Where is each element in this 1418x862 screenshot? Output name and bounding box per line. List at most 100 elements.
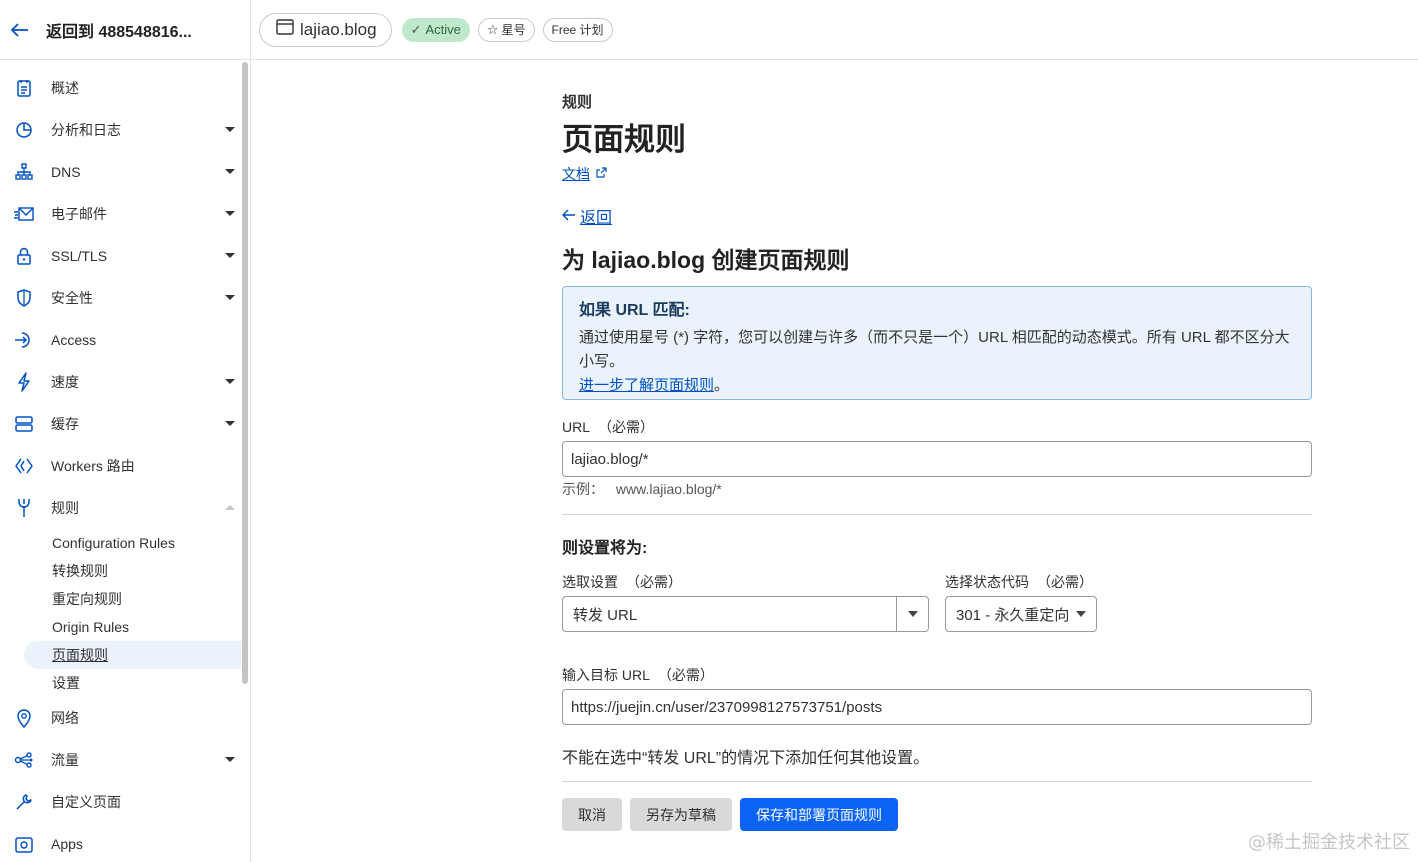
status-text: Active — [425, 22, 461, 37]
dest-url-label: 输入目标 URL （必需） — [562, 665, 714, 685]
rules-icon — [14, 498, 34, 518]
apps-icon — [14, 834, 34, 854]
sidebar-item-label: Workers 路由 — [51, 458, 135, 474]
star-button[interactable]: ☆ 星号 — [477, 17, 535, 42]
watermark: @稀土掘金技术社区 — [1248, 832, 1410, 853]
sidebar-item-overview[interactable]: 概述 — [0, 67, 241, 109]
info-link-suffix: 。 — [714, 377, 730, 394]
sidebar-subitem-origin-rules[interactable]: Origin Rules — [0, 613, 241, 641]
back-arrow-icon[interactable] — [10, 20, 30, 40]
sidebar-scrollbar[interactable] — [242, 62, 248, 684]
sidebar-item-ssl-tls[interactable]: SSL/TLS — [0, 235, 241, 277]
network-icon — [14, 162, 34, 182]
sidebar-item-label: 安全性 — [51, 290, 93, 306]
example-value: www.lajiao.blog/* — [615, 481, 722, 497]
top-bar: lajiao.blog ✓ Active ☆ 星号 Free 计划 — [251, 0, 1418, 60]
pick-setting-label-text: 选取设置 — [562, 574, 618, 590]
sidebar-subitem-settings[interactable]: 设置 — [0, 669, 241, 697]
pick-setting-label: 选取设置 （必需） — [562, 572, 682, 592]
domain-name: lajiao.blog — [300, 19, 377, 39]
sidebar-item-label: DNS — [51, 164, 81, 180]
shield-icon — [14, 288, 34, 308]
setting-select-value: 转发 URL — [573, 606, 638, 624]
wrench-icon — [14, 792, 34, 812]
sidebar-item-workers-routes[interactable]: Workers 路由 — [0, 445, 241, 487]
sidebar-item-custom-pages[interactable]: 自定义页面 — [0, 781, 241, 823]
chevron-up-icon — [225, 505, 235, 510]
star-label: 星号 — [501, 23, 526, 37]
arrow-left-icon — [562, 208, 576, 225]
document-icon — [14, 78, 34, 98]
external-link-icon — [596, 167, 607, 181]
section-eyebrow: 规则 — [562, 94, 593, 111]
example-label: 示例： — [562, 481, 604, 497]
cache-icon — [14, 414, 34, 434]
location-icon — [14, 708, 34, 728]
sidebar-item-label: 自定义页面 — [51, 794, 121, 810]
sidebar-nav: 概述 分析和日志 DNS 电子邮件 SSL/TLS 安全性 Access 速度 … — [0, 67, 241, 862]
chart-icon — [14, 120, 34, 140]
url-input[interactable] — [562, 441, 1312, 477]
sidebar-item-analytics[interactable]: 分析和日志 — [0, 109, 241, 151]
dest-url-input[interactable] — [562, 689, 1312, 725]
back-to-account-link[interactable]: 返回到 488548816... — [46, 18, 192, 42]
sidebar-item-email[interactable]: 电子邮件 — [0, 193, 241, 235]
plan-label: Free 计划 — [551, 23, 604, 37]
sidebar-item-label: 规则 — [51, 500, 79, 516]
status-code-label-text: 选择状态代码 — [945, 574, 1029, 590]
cancel-button[interactable]: 取消 — [562, 798, 622, 831]
sidebar-item-network[interactable]: 网络 — [0, 697, 241, 739]
status-code-select[interactable]: 301 - 永久重定向 — [945, 596, 1097, 632]
save-deploy-button[interactable]: 保存和部署页面规则 — [740, 798, 898, 831]
sidebar-item-label: 电子邮件 — [51, 206, 107, 222]
docs-link[interactable]: 文档 — [562, 164, 607, 184]
sidebar-item-label: 流量 — [51, 752, 79, 768]
sidebar-subitem-transform-rules[interactable]: 转换规则 — [0, 557, 241, 585]
back-link[interactable]: 返回 — [562, 204, 612, 228]
divider — [562, 514, 1312, 515]
sidebar-item-label: SSL/TLS — [51, 248, 108, 264]
info-heading: 如果 URL 匹配: — [579, 302, 690, 319]
plan-badge[interactable]: Free 计划 — [542, 17, 613, 42]
sidebar-item-access[interactable]: Access — [0, 319, 241, 361]
star-icon: ☆ — [486, 21, 499, 37]
sidebar-item-label: Apps — [51, 836, 83, 852]
chevron-down-icon — [225, 169, 235, 174]
sidebar-item-rules[interactable]: 规则 — [0, 487, 241, 529]
chevron-down-icon — [225, 211, 235, 216]
url-label-text: URL — [562, 419, 591, 435]
setting-select[interactable]: 转发 URL — [562, 596, 929, 632]
sidebar-item-label: 缓存 — [51, 416, 79, 432]
caret-down-icon — [907, 611, 918, 617]
sidebar-item-label: 网络 — [51, 710, 79, 726]
page-title: 页面规则 — [562, 122, 686, 157]
sidebar-item-apps[interactable]: Apps — [0, 823, 241, 862]
select-toggle[interactable] — [896, 597, 928, 631]
back-link-text: 返回 — [580, 210, 613, 227]
workers-icon — [14, 456, 34, 476]
save-draft-button[interactable]: 另存为草稿 — [630, 798, 732, 831]
sidebar-subitem-configuration-rules[interactable]: Configuration Rules — [0, 529, 241, 557]
chevron-down-icon — [225, 379, 235, 384]
domain-selector[interactable]: lajiao.blog — [259, 12, 392, 47]
sidebar-item-dns[interactable]: DNS — [0, 151, 241, 193]
sidebar-header: 返回到 488548816... — [0, 0, 250, 60]
required-marker: （必需） — [1037, 574, 1093, 590]
sidebar-item-security[interactable]: 安全性 — [0, 277, 241, 319]
sidebar-subitem-redirect-rules[interactable]: 重定向规则 — [0, 585, 241, 613]
chevron-down-icon — [225, 295, 235, 300]
status-badge: ✓ Active — [401, 17, 470, 42]
sidebar-subitem-page-rules[interactable]: 页面规则 — [24, 641, 241, 669]
sidebar-item-traffic[interactable]: 流量 — [0, 739, 241, 781]
browser-window-icon — [276, 19, 294, 40]
chevron-down-icon — [225, 757, 235, 762]
chevron-down-icon — [225, 127, 235, 132]
learn-more-link[interactable]: 进一步了解页面规则 — [579, 377, 714, 394]
caret-down-icon — [1076, 611, 1086, 617]
settings-heading: 则设置将为: — [562, 540, 648, 557]
sidebar-item-speed[interactable]: 速度 — [0, 361, 241, 403]
sidebar-item-cache[interactable]: 缓存 — [0, 403, 241, 445]
chevron-down-icon — [225, 421, 235, 426]
status-code-value: 301 - 永久重定向 — [956, 606, 1070, 624]
status-code-label: 选择状态代码 （必需） — [945, 572, 1093, 592]
